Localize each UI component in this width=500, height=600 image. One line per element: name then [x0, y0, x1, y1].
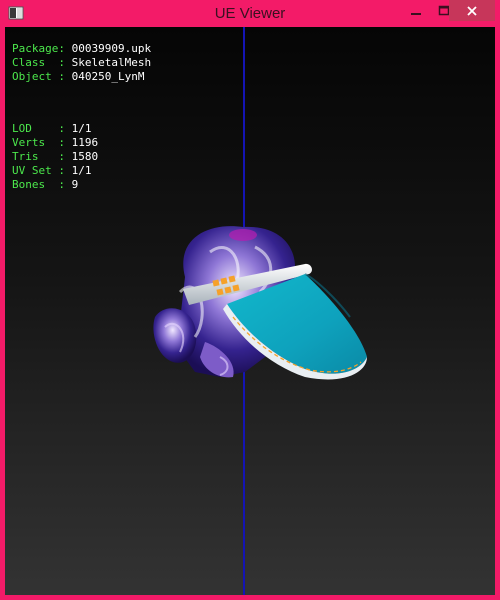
mesh-info-panel: Package: 00039909.upk Class : SkeletalMe…: [12, 42, 152, 83]
title-bar[interactable]: UE Viewer: [5, 0, 495, 27]
close-icon: [467, 5, 477, 16]
maximize-icon: [438, 5, 449, 15]
object-value: 040250_LynM: [71, 70, 145, 83]
tris-label: Tris: [12, 150, 59, 163]
class-value: SkeletalMesh: [71, 56, 152, 69]
uvset-label: UV Set: [12, 164, 59, 177]
lod-label: LOD: [12, 122, 59, 135]
package-label: Package: [12, 42, 59, 55]
3d-viewport[interactable]: Package: 00039909.upk Class : SkeletalMe…: [5, 27, 495, 595]
bones-value: 9: [71, 178, 79, 191]
uvset-value: 1/1: [71, 164, 92, 177]
mesh-stats-panel: LOD : 1/1 Verts : 1196 Tris : 1580 UV Se…: [12, 122, 99, 191]
package-value: 00039909.upk: [71, 42, 152, 55]
app-window: UE Viewer Package: 00039909.upk Class: …: [0, 0, 500, 600]
minimize-icon: [411, 12, 421, 15]
lod-value: 1/1: [71, 122, 92, 135]
close-button[interactable]: [449, 0, 495, 21]
mesh-render: [153, 226, 367, 380]
verts-label: Verts: [12, 136, 59, 149]
bones-label: Bones: [12, 178, 59, 191]
object-label: Object: [12, 70, 59, 83]
class-label: Class: [12, 56, 59, 69]
minimize-button[interactable]: [402, 0, 430, 21]
verts-value: 1196: [71, 136, 99, 149]
tris-value: 1580: [71, 150, 99, 163]
